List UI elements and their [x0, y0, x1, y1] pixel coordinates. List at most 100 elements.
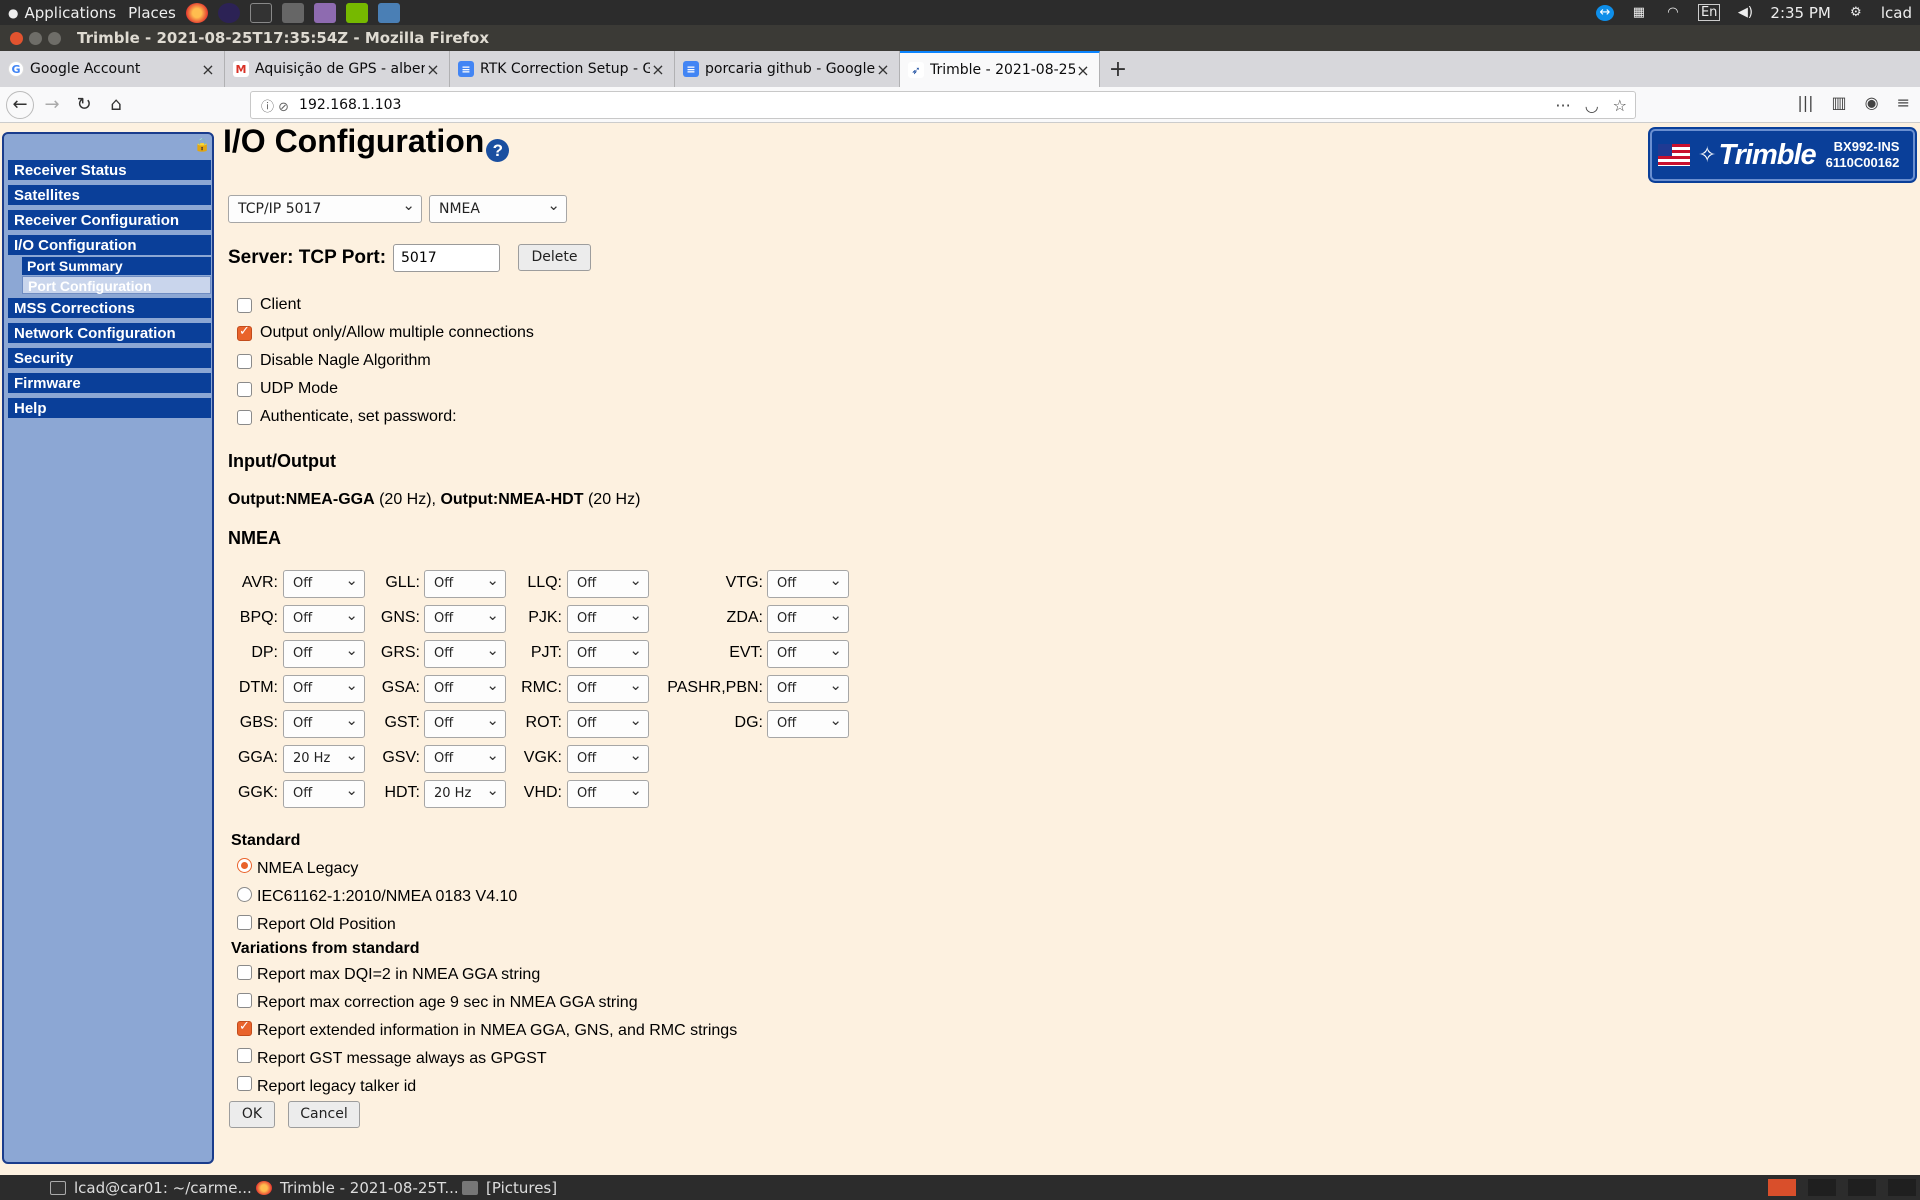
keyboard-indicator-icon[interactable]: ▦ [1630, 5, 1648, 21]
menu-security[interactable]: Security [8, 348, 211, 370]
client-checkbox[interactable] [237, 298, 252, 313]
menu-receiver-configuration[interactable]: Receiver Configuration [8, 210, 211, 232]
cancel-button[interactable]: Cancel [288, 1101, 360, 1128]
sidebar-toggle-icon[interactable]: ▥ [1832, 93, 1847, 112]
reload-icon[interactable]: ↻ [70, 91, 98, 119]
disable-nagle-checkbox[interactable] [237, 354, 252, 369]
tab-porcaria-github[interactable]: ≡ porcaria github - Google × [675, 51, 900, 87]
clock[interactable]: 2:35 PM [1770, 4, 1830, 22]
url-text[interactable]: 192.168.1.103 [299, 97, 401, 113]
workspace-switcher-2[interactable] [1808, 1179, 1836, 1196]
account-icon[interactable]: ◉ [1865, 93, 1879, 112]
calculator-launcher-icon[interactable] [281, 2, 304, 23]
taskbar-item-firefox[interactable]: Trimble - 2021-08-25T... [256, 1175, 459, 1200]
taskbar-item-pictures[interactable]: [Pictures] [462, 1175, 557, 1200]
tab-rtk-correction[interactable]: ≡ RTK Correction Setup - G × [450, 51, 675, 87]
nmea-select[interactable]: Off [767, 672, 849, 703]
menu-receiver-status[interactable]: Receiver Status [8, 160, 211, 182]
wifi-icon[interactable]: ◠ [1664, 5, 1682, 21]
network-tool-launcher-icon[interactable] [377, 2, 400, 23]
nmea-select[interactable]: Off [283, 602, 365, 633]
output-only-checkbox[interactable] [237, 324, 252, 341]
nmea-select[interactable]: Off [283, 707, 365, 738]
workspace-switcher-3[interactable] [1848, 1179, 1876, 1196]
nmea-select[interactable]: Off [567, 777, 649, 808]
workspace-switcher-4[interactable] [1888, 1179, 1916, 1196]
nmea-select[interactable]: Off [767, 707, 849, 738]
close-tab-icon[interactable]: × [200, 60, 216, 79]
eclipse-launcher-icon[interactable] [217, 2, 240, 23]
volume-icon[interactable]: ◀) [1736, 5, 1754, 21]
minimize-window-icon[interactable] [29, 31, 42, 45]
udp-mode-checkbox[interactable] [237, 382, 252, 397]
protocol-select[interactable]: NMEA [429, 192, 567, 223]
menu-satellites[interactable]: Satellites [8, 185, 211, 207]
close-tab-icon[interactable]: × [1075, 61, 1091, 80]
nmea-select[interactable]: Off [424, 707, 506, 738]
iec61162-radio[interactable] [237, 887, 252, 902]
hamburger-menu-icon[interactable]: ≡ [1897, 93, 1910, 112]
close-tab-icon[interactable]: × [875, 60, 891, 79]
report-extended-info-checkbox[interactable] [237, 1019, 252, 1036]
nmea-select[interactable]: Off [767, 637, 849, 668]
taskbar-item-terminal[interactable]: lcad@car01: ~/carme... [50, 1175, 252, 1200]
nmea-select[interactable]: Off [567, 707, 649, 738]
home-icon[interactable]: ⌂ [102, 91, 130, 119]
tab-trimble[interactable]: ➶ Trimble - 2021-08-25T17: × [900, 51, 1100, 87]
report-max-correction-age-checkbox[interactable] [237, 993, 252, 1008]
nmea-select[interactable]: Off [567, 672, 649, 703]
applications-menu[interactable]: ● Applications [8, 4, 116, 22]
nmea-select[interactable]: Off [424, 567, 506, 598]
menu-network-configuration[interactable]: Network Configuration [8, 323, 211, 345]
report-legacy-talker-checkbox[interactable] [237, 1076, 252, 1091]
workspace-switcher-1[interactable] [1768, 1179, 1796, 1196]
nmea-select[interactable]: Off [567, 637, 649, 668]
tcp-port-input[interactable]: 5017 [393, 244, 500, 272]
report-gst-gpgst-checkbox[interactable] [237, 1048, 252, 1063]
nmea-select[interactable]: Off [424, 742, 506, 773]
firefox-launcher-icon[interactable] [185, 2, 208, 23]
authenticate-checkbox[interactable] [237, 410, 252, 425]
settings-gear-icon[interactable]: ⚙ [1847, 5, 1865, 21]
new-tab-button[interactable]: + [1100, 51, 1136, 87]
tab-google-account[interactable]: G Google Account × [0, 51, 225, 87]
nmea-select[interactable]: Off [567, 742, 649, 773]
close-window-icon[interactable] [10, 31, 23, 45]
nvidia-launcher-icon[interactable] [345, 2, 368, 23]
nmea-select[interactable]: Off [424, 672, 506, 703]
teamviewer-icon[interactable]: ↔ [1595, 4, 1614, 21]
url-bar[interactable]: ⓘ ⊘ 192.168.1.103 ··· ◡ ☆ [250, 91, 1636, 119]
report-max-dqi-checkbox[interactable] [237, 965, 252, 980]
site-info-icon[interactable]: ⓘ ⊘ [261, 96, 289, 115]
image-viewer-launcher-icon[interactable] [313, 2, 336, 23]
menu-port-summary[interactable]: Port Summary [22, 257, 211, 275]
nmea-select[interactable]: 20 Hz [424, 777, 506, 808]
maximize-window-icon[interactable] [48, 31, 61, 45]
close-tab-icon[interactable]: × [650, 60, 666, 79]
nmea-select[interactable]: Off [283, 672, 365, 703]
nmea-select[interactable]: Off [283, 777, 365, 808]
menu-help[interactable]: Help [8, 398, 211, 420]
nmea-select[interactable]: Off [424, 637, 506, 668]
nmea-select[interactable]: Off [567, 567, 649, 598]
nmea-select[interactable]: Off [767, 602, 849, 633]
menu-mss-corrections[interactable]: MSS Corrections [8, 298, 211, 320]
nmea-select[interactable]: Off [283, 567, 365, 598]
nmea-select[interactable]: Off [424, 602, 506, 633]
bookmark-star-icon[interactable]: ☆ [1613, 96, 1627, 115]
terminal-launcher-icon[interactable] [249, 2, 272, 23]
nmea-select[interactable]: 20 Hz [283, 742, 365, 773]
back-arrow-icon[interactable]: ← [6, 90, 34, 119]
lock-icon[interactable]: 🔒 [194, 138, 210, 153]
nmea-select[interactable]: Off [283, 637, 365, 668]
close-tab-icon[interactable]: × [425, 60, 441, 79]
nmea-select[interactable]: Off [767, 567, 849, 598]
page-actions-icon[interactable]: ··· [1555, 96, 1570, 115]
delete-button[interactable]: Delete [518, 244, 591, 271]
nmea-legacy-radio[interactable] [237, 858, 252, 873]
report-old-position-checkbox[interactable] [237, 915, 252, 930]
user-name[interactable]: lcad [1881, 4, 1912, 22]
menu-io-configuration[interactable]: I/O Configuration [8, 235, 211, 257]
pocket-icon[interactable]: ◡ [1585, 96, 1599, 115]
port-select[interactable]: TCP/IP 5017 [228, 192, 422, 223]
